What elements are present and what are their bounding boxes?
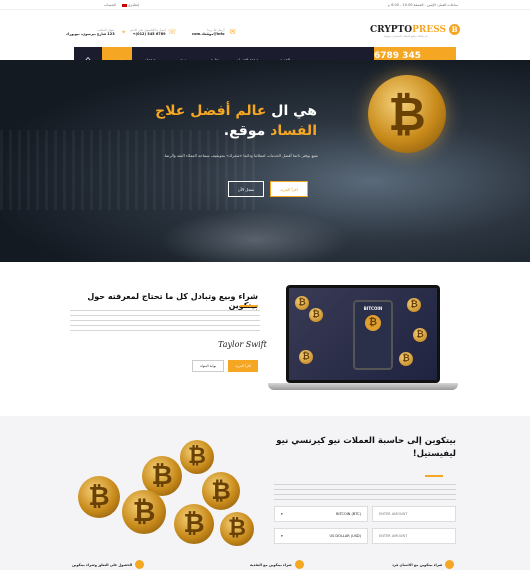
currency-select-btc[interactable]: ▾ BITCOIN (BTC) bbox=[274, 506, 368, 522]
bitcoin-logo-icon: B bbox=[449, 24, 461, 35]
converter-paragraph bbox=[274, 484, 456, 500]
bitcoin-coin-icon: ₿ bbox=[413, 328, 427, 342]
support-icon bbox=[135, 560, 145, 569]
feature-support[interactable]: الحصول على التعلق وشراء بيتكوين bbox=[72, 560, 145, 569]
logo-tagline: قم بإنشاء مواقع العملات المشفرة بسهولة bbox=[384, 35, 428, 38]
about-paragraph bbox=[70, 310, 260, 335]
credit-card-icon bbox=[445, 560, 455, 569]
phone-icon: ☏ bbox=[167, 28, 177, 36]
bitcoin-coin-icon: ₿ bbox=[295, 296, 309, 310]
title-divider bbox=[425, 475, 443, 477]
hero-read-more-button[interactable]: اقرأ المزيد bbox=[270, 181, 308, 197]
currency-select-usd[interactable]: ▾ US DOLLAR (USD) bbox=[274, 528, 368, 544]
laptop-image: ₿ ₿ ₿ ₿ ₿ ₿ BITCOIN ₿ bbox=[268, 285, 458, 397]
city-background bbox=[0, 130, 260, 210]
chevron-down-icon: ▾ bbox=[281, 512, 283, 516]
language-selector[interactable]: إنجليزي bbox=[121, 3, 139, 7]
bitcoin-coin-icon: ₿ bbox=[309, 308, 323, 322]
location-icon: ⌖ bbox=[121, 28, 126, 36]
working-hours: ساعات العمل: الإثنين - الجمعة 10.00 - 6.… bbox=[387, 3, 458, 7]
contact-email: ✉ أرسل لنا بريدا info@موقعك.com bbox=[192, 28, 236, 36]
about-title: شراء وبيع وتبادل كل ما تحتاج لمعرفته حول… bbox=[87, 292, 258, 310]
flag-icon bbox=[121, 3, 127, 7]
converter-title: بيتكوين إلى حاسبة العملات نيو كيرنسي نيو… bbox=[276, 436, 456, 459]
feature-credit[interactable]: شراء بيتكوين مع الائتمان فرد bbox=[392, 560, 455, 569]
smartphone-image: BITCOIN ₿ bbox=[353, 300, 393, 370]
bitcoin-coin-icon: ₿ bbox=[365, 315, 381, 331]
hero-register-button[interactable]: سجل الآن bbox=[228, 181, 264, 197]
site-header: CRYPTOPRESS B قم بإنشاء مواقع العملات ال… bbox=[0, 10, 530, 48]
top-bar: الحساب إنجليزي ساعات العمل: الإثنين - ال… bbox=[0, 0, 530, 10]
bitcoin-coin-icon: ₿ bbox=[407, 298, 421, 312]
site-logo[interactable]: CRYPTOPRESS B قم بإنشاء مواقع العملات ال… bbox=[370, 24, 461, 38]
feature-cash[interactable]: شراء بيتكوين مع النقدية bbox=[250, 560, 304, 569]
amount-input-1[interactable]: ENTER AMOUNT bbox=[372, 506, 456, 522]
hand-image bbox=[160, 210, 350, 262]
signature-image: Taylor Swift bbox=[218, 340, 267, 349]
hero-subtitle: نقيع بوقتر دائما أفضل الخدمات لعملائنا و… bbox=[163, 153, 318, 158]
bitcoin-coin-icon: ₿ bbox=[399, 352, 413, 366]
bitcoin-coin-image bbox=[368, 75, 446, 153]
contact-phone: ☏ اتصل بنا للحصول على الدعم 6789 345 (01… bbox=[130, 28, 177, 36]
about-bank-gate-button[interactable]: بوابة البنوك bbox=[192, 360, 224, 372]
cash-icon bbox=[294, 560, 304, 569]
chevron-down-icon: ▾ bbox=[281, 534, 283, 538]
title-divider bbox=[240, 305, 258, 307]
hero-banner bbox=[0, 60, 530, 262]
top-bar-links: الحساب إنجليزي bbox=[104, 3, 139, 7]
envelope-icon: ✉ bbox=[229, 28, 236, 36]
account-link[interactable]: الحساب bbox=[104, 3, 116, 7]
coin-stack-image: ₿ ₿ ₿ ₿ ₿ ₿ ₿ bbox=[70, 432, 266, 558]
about-read-more-button[interactable]: اقرأ المزيد bbox=[228, 360, 258, 372]
contact-address: ⌖ عنوان المكتب 123 شارع بيرسون، نيويورك bbox=[66, 28, 126, 36]
hero-title: هي ال عالم أفضل علاج الفساد موقع. bbox=[155, 103, 317, 139]
amount-input-2[interactable]: ENTER AMOUNT bbox=[372, 528, 456, 544]
bitcoin-coin-icon: ₿ bbox=[299, 350, 313, 364]
